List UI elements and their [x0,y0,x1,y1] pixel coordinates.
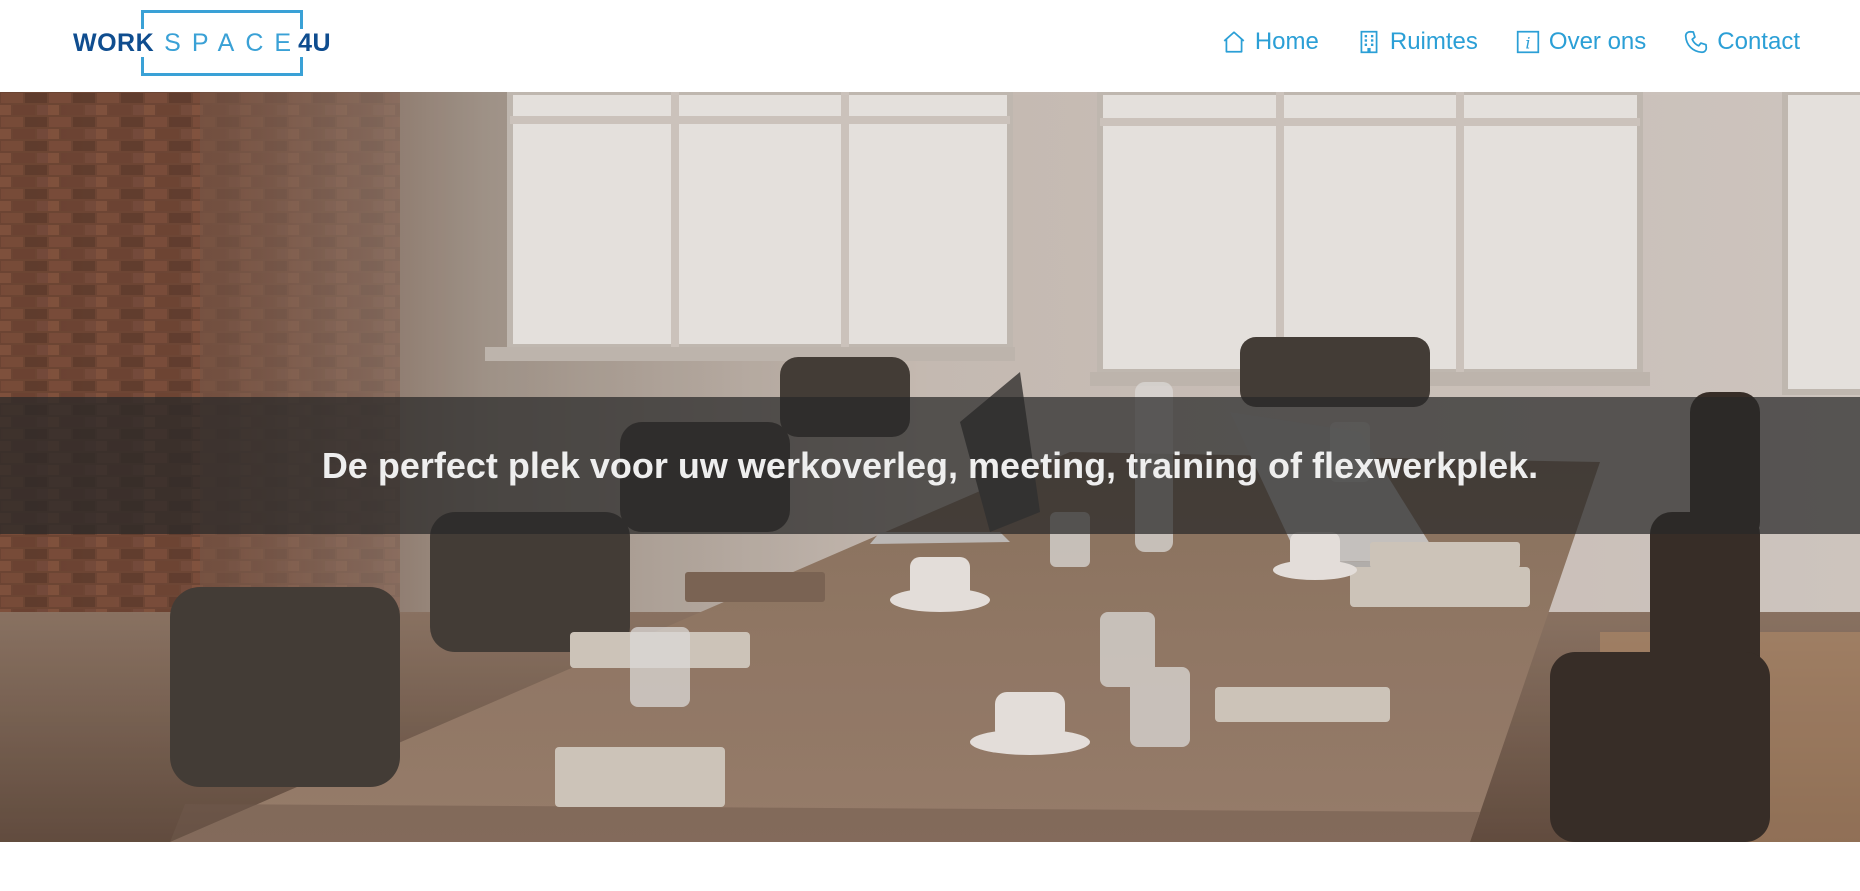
nav-item-ruimtes[interactable]: Ruimtes [1356,28,1478,56]
hero-section: De perfect plek voor uw werkoverleg, mee… [0,92,1860,842]
home-icon [1223,31,1245,53]
logo-word-work: WORK [73,29,155,57]
page-content-area [0,842,1860,891]
nav-item-label: Ruimtes [1389,28,1478,55]
nav-item-over-ons[interactable]: i Over ons [1515,28,1646,56]
logo-word-4u: 4U [298,29,332,57]
nav-item-label: Over ons [1548,28,1647,55]
hero-caption-band: De perfect plek voor uw werkoverleg, mee… [0,397,1860,534]
logo-word-space: SPACE [164,29,303,57]
nav-item-contact[interactable]: Contact [1683,28,1800,56]
svg-text:i: i [1525,34,1530,53]
phone-icon [1685,30,1708,54]
workspace4u-logo[interactable]: WORK SPACE4U [73,10,334,76]
nav-item-home[interactable]: Home [1221,28,1319,56]
building-icon [1360,30,1378,54]
logo-wordmark: WORK SPACE4U [73,29,334,57]
hero-title: De perfect plek voor uw werkoverleg, mee… [321,444,1539,486]
info-icon: i [1516,30,1540,54]
nav-item-label: Home [1254,28,1319,55]
main-nav: Home Ruimtes i Over ons Contact [1221,26,1800,58]
nav-item-label: Contact [1717,28,1800,55]
site-header: WORK SPACE4U Home Ruimtes i Over ons Con… [0,0,1860,92]
